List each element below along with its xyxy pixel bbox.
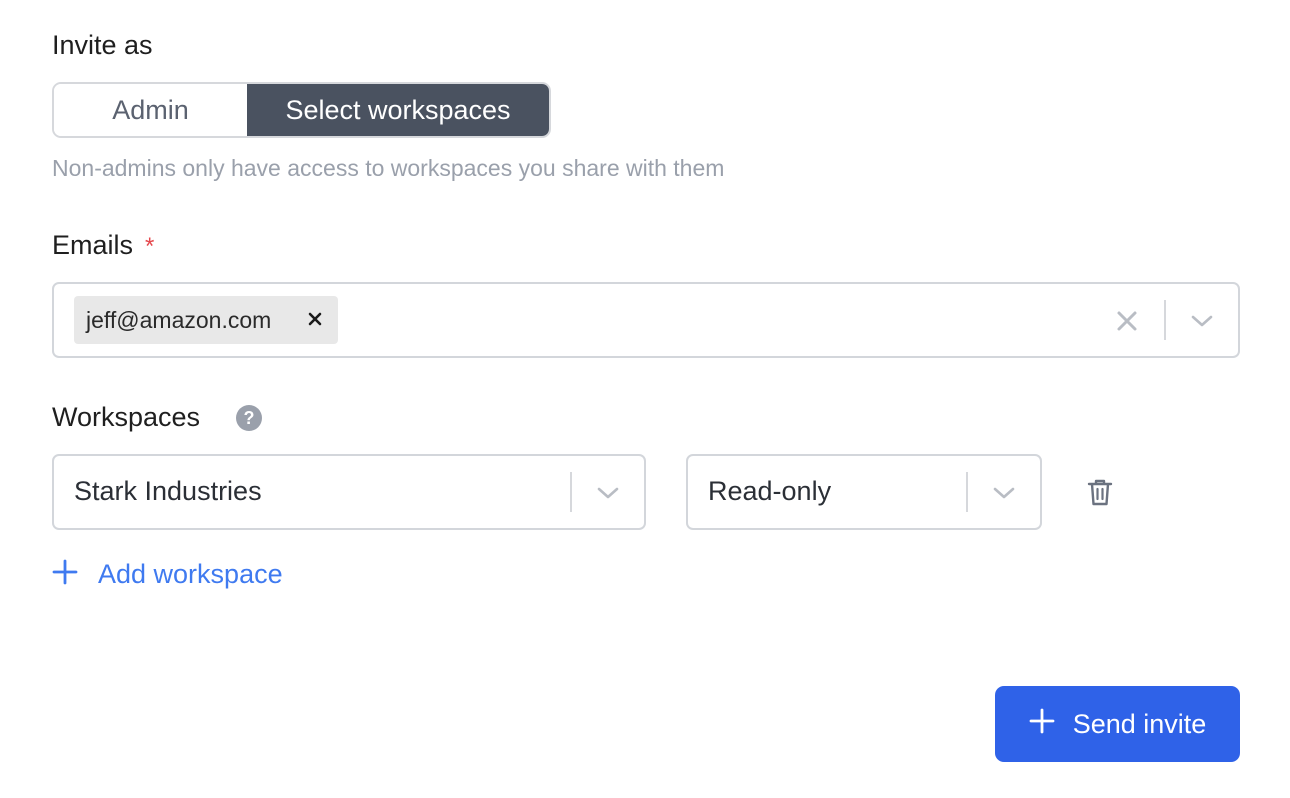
- send-invite-button[interactable]: Send invite: [995, 686, 1240, 762]
- divider: [570, 472, 572, 512]
- divider: [966, 472, 968, 512]
- trash-icon[interactable]: [1086, 477, 1114, 507]
- email-chip-label: jeff@amazon.com: [86, 306, 272, 333]
- send-invite-label: Send invite: [1072, 708, 1207, 739]
- option-select-workspaces[interactable]: Select workspaces: [247, 84, 549, 136]
- invite-as-hint: Non-admins only have access to workspace…: [52, 155, 725, 181]
- permission-select-value: Read-only: [708, 476, 832, 506]
- option-admin[interactable]: Admin: [54, 84, 247, 136]
- required-indicator: *: [145, 233, 155, 260]
- emails-label-row: Emails *: [52, 230, 154, 261]
- plus-icon: [52, 559, 78, 590]
- add-workspace-label: Add workspace: [98, 559, 283, 589]
- invite-as-toggle: Admin Select workspaces: [52, 82, 551, 138]
- email-input[interactable]: jeff@amazon.com: [52, 282, 1240, 358]
- chevron-down-icon[interactable]: [990, 479, 1018, 507]
- chevron-down-icon[interactable]: [1188, 307, 1216, 335]
- chevron-down-icon[interactable]: [594, 479, 622, 507]
- workspace-select-value: Stark Industries: [74, 476, 262, 506]
- clear-icon[interactable]: [1114, 308, 1140, 334]
- workspace-select[interactable]: Stark Industries: [52, 454, 646, 530]
- emails-label: Emails: [52, 230, 134, 260]
- close-icon[interactable]: [304, 308, 326, 330]
- help-icon[interactable]: ?: [236, 405, 262, 431]
- plus-icon: [1029, 708, 1055, 741]
- email-chip: jeff@amazon.com: [74, 296, 338, 344]
- divider: [1164, 300, 1166, 340]
- permission-select[interactable]: Read-only: [686, 454, 1042, 530]
- invite-as-label: Invite as: [52, 30, 153, 60]
- add-workspace-button[interactable]: Add workspace: [52, 559, 283, 590]
- workspaces-label: Workspaces: [52, 402, 201, 432]
